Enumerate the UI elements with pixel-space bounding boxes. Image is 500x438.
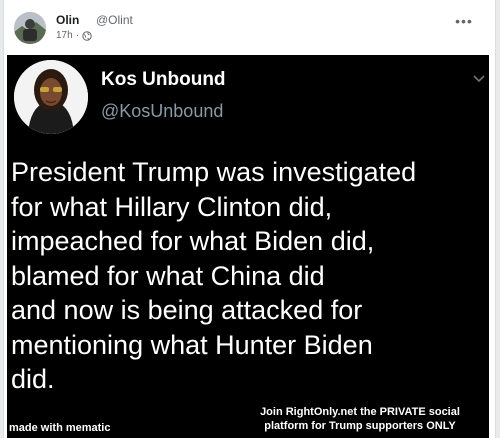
post-meta: 17h ·	[56, 30, 92, 41]
post-timestamp[interactable]: 17h	[56, 30, 73, 41]
tweet-line: for what Hillary Clinton did,	[11, 191, 333, 222]
post-image[interactable]: Kos Unbound @KosUnbound President Trump …	[7, 55, 489, 438]
tweet-line: President Trump was investigated	[11, 157, 417, 187]
chevron-down-icon	[471, 71, 487, 87]
tweet-avatar-image	[14, 60, 88, 134]
promo-line: platform for Trump supporters ONLY	[264, 420, 456, 432]
promo-line: Join RightOnly.net the PRIVATE social	[260, 406, 460, 418]
author-name[interactable]: Olin	[56, 13, 79, 27]
mematic-watermark: made with mematic	[9, 422, 111, 434]
post-header: Olin @Olint 17h · •••	[14, 12, 484, 46]
author-avatar-image	[14, 12, 46, 44]
tweet-line: and now is being attacked for	[11, 295, 363, 325]
tweet-line: did.	[11, 364, 55, 394]
feed-background: Olin @Olint 17h · ••• Kos Unbound @KosUn…	[0, 0, 500, 438]
author-avatar[interactable]	[14, 12, 46, 44]
tweet-handle: @KosUnbound	[101, 101, 224, 121]
post-card: Olin @Olint 17h · ••• Kos Unbound @KosUn…	[3, 0, 496, 438]
author-handle[interactable]: @Olint	[96, 13, 133, 27]
tweet-avatar	[14, 60, 88, 134]
more-options-button[interactable]: •••	[452, 14, 476, 32]
tweet-text: President Trump was investigated for wha…	[11, 155, 487, 397]
tweet-line: impeached for what Biden did,	[11, 226, 375, 256]
tweet-line: blamed for what China did	[11, 260, 325, 291]
tweet-line: mentioning what Hunter Biden	[11, 329, 373, 360]
meta-separator: ·	[75, 30, 80, 41]
promo-caption: Join RightOnly.net the PRIVATE social pl…	[235, 405, 485, 433]
tweet-display-name: Kos Unbound	[101, 69, 226, 90]
globe-icon	[82, 30, 92, 41]
